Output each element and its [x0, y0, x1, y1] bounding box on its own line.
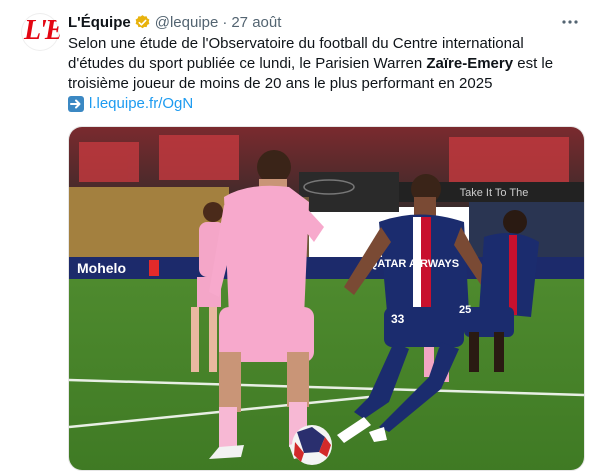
shirt-number-33: 33 — [391, 312, 405, 326]
more-options-icon[interactable] — [560, 12, 580, 32]
tweet-photo[interactable]: Take It To The Mohelo QATAR AIRWAYS 33 2… — [68, 126, 585, 471]
account-avatar[interactable]: L'E — [20, 12, 60, 52]
verified-badge-icon — [135, 14, 150, 28]
right-arrow-icon — [68, 96, 84, 112]
shirt-sponsor: QATAR AIRWAYS — [369, 258, 459, 270]
article-link[interactable]: l.lequipe.fr/OgN — [89, 94, 193, 114]
football-icon — [292, 425, 332, 465]
stadium-sign: Take It To The — [460, 187, 529, 199]
lequipe-logo: L'E — [24, 15, 60, 46]
tweet-header: L'Équipe @lequipe · 27 août — [68, 12, 281, 32]
account-name[interactable]: L'Équipe — [68, 14, 131, 31]
tweet[interactable]: L'E L'Équipe @lequipe · 27 août Selon un… — [0, 0, 592, 473]
link-line: l.lequipe.fr/OgN — [68, 94, 573, 114]
player-name: Zaïre-Emery — [426, 55, 514, 72]
account-handle[interactable]: @lequipe — [155, 14, 219, 31]
stadium-banner: Mohelo — [77, 260, 126, 276]
tweet-date[interactable]: 27 août — [231, 14, 281, 31]
separator: · — [222, 13, 228, 31]
shirt-number-25: 25 — [459, 304, 471, 316]
tweet-text: Selon une étude de l'Observatoire du foo… — [68, 34, 573, 114]
